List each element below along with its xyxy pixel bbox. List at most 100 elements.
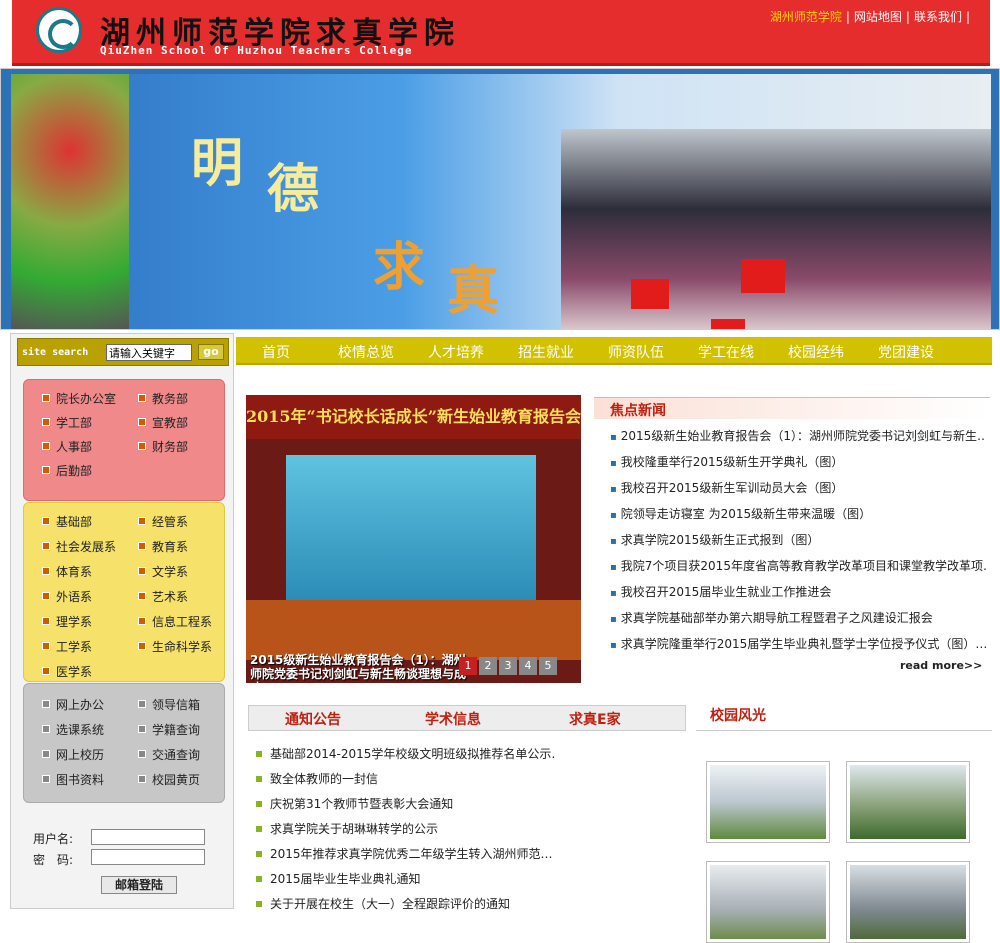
bullet-icon xyxy=(42,567,50,575)
sidebar-item-academic-affairs[interactable]: 教务部 xyxy=(138,390,188,407)
nav-party[interactable]: 党团建设 xyxy=(878,342,934,362)
sidebar-item-dept[interactable]: 社会发展系 xyxy=(42,538,116,555)
sidebar-item-dept[interactable]: 医学系 xyxy=(42,663,92,680)
slide-page-button[interactable]: 4 xyxy=(519,657,537,675)
news-link[interactable]: 院领导走访寝室 为2015级新生带来温暖（图） xyxy=(610,505,986,522)
bullet-icon xyxy=(138,542,146,550)
bullet-icon xyxy=(138,617,146,625)
bullet-icon xyxy=(42,667,50,675)
notice-link[interactable]: 2015年推荐求真学院优秀二年级学生转入湖州师范… xyxy=(256,845,556,862)
notice-link[interactable]: 庆祝第31个教师节暨表彰大会通知 xyxy=(256,795,556,812)
main-nav: 首页 校情总览 人才培养 招生就业 师资队伍 学工在线 校园经纬 党团建设 xyxy=(236,337,992,365)
sidebar-item-dept[interactable]: 理学系 xyxy=(42,613,92,630)
notice-link[interactable]: 关于开展在校生（大一）全程跟踪评价的通知 xyxy=(256,895,556,912)
notice-link[interactable]: 求真学院关于胡琳琳转学的公示 xyxy=(256,820,556,837)
separator: | xyxy=(845,10,850,24)
tab-notices[interactable]: 通知公告 xyxy=(285,709,341,729)
sidebar-item-service[interactable]: 网上校历 xyxy=(42,746,104,763)
campus-photo[interactable] xyxy=(846,761,970,843)
nav-admissions[interactable]: 招生就业 xyxy=(518,342,574,362)
sidebar-item-service[interactable]: 图书资料 xyxy=(42,771,104,788)
sidebar-item-dept[interactable]: 体育系 xyxy=(42,563,92,580)
college-logo[interactable] xyxy=(36,7,82,53)
flag-shape xyxy=(711,319,745,329)
focus-news-header: 焦点新闻 xyxy=(594,397,990,419)
news-link[interactable]: 求真学院隆重举行2015届学生毕业典礼暨学士学位授予仪式（图）… xyxy=(610,635,986,652)
sidebar-item-dept[interactable]: 教育系 xyxy=(138,538,188,555)
sidebar-item-service[interactable]: 校园黄页 xyxy=(138,771,200,788)
nav-student-work[interactable]: 学工在线 xyxy=(698,342,754,362)
sidebar-item-finance[interactable]: 财务部 xyxy=(138,438,188,455)
news-link[interactable]: 求真学院2015级新生正式报到（图） xyxy=(610,531,986,548)
nav-faculty[interactable]: 师资队伍 xyxy=(608,342,664,362)
slide-page-button[interactable]: 1 xyxy=(459,657,477,675)
tab-qiuzhen-home[interactable]: 求真E家 xyxy=(569,709,621,729)
bullet-icon xyxy=(42,775,50,783)
bullet-icon xyxy=(42,394,50,402)
notice-link[interactable]: 2015届毕业生毕业典礼通知 xyxy=(256,870,556,887)
news-link[interactable]: 2015级新生始业教育报告会（1）：湖州师院党委书记刘剑虹与新生… xyxy=(610,427,986,444)
notice-link[interactable]: 基础部2014-2015学年校级文明班级拟推荐名单公示… xyxy=(256,745,556,762)
sidebar-item-dept[interactable]: 艺术系 xyxy=(138,588,188,605)
tab-academic[interactable]: 学术信息 xyxy=(425,709,481,729)
bullet-icon xyxy=(138,394,146,402)
nav-campus[interactable]: 校园经纬 xyxy=(788,342,844,362)
search-input[interactable] xyxy=(106,344,192,361)
bullet-icon xyxy=(42,642,50,650)
nav-talent[interactable]: 人才培养 xyxy=(428,342,484,362)
sidebar-item-dept[interactable]: 外语系 xyxy=(42,588,92,605)
slide-page-button[interactable]: 5 xyxy=(539,657,557,675)
sidebar-item-service[interactable]: 网上办公 xyxy=(42,696,104,713)
nav-home[interactable]: 首页 xyxy=(262,342,290,362)
sidebar-item-dept[interactable]: 信息工程系 xyxy=(138,613,212,630)
email-login-button[interactable]: 邮箱登陆 xyxy=(101,876,177,894)
campus-photo[interactable] xyxy=(706,761,830,843)
slide-photo-banner: 2015年“书记校长话成长”新生始业教育报告会 xyxy=(246,395,581,439)
nav-overview[interactable]: 校情总览 xyxy=(338,342,394,362)
bullet-icon xyxy=(42,700,50,708)
password-input[interactable] xyxy=(91,849,205,865)
sidebar-item-student-affairs[interactable]: 学工部 xyxy=(42,414,92,431)
slide-page-button[interactable]: 3 xyxy=(499,657,517,675)
news-link[interactable]: 我校召开2015级新生军训动员大会（图） xyxy=(610,479,986,496)
sidebar-item-dept[interactable]: 工学系 xyxy=(42,638,92,655)
link-sitemap[interactable]: 网站地图 xyxy=(854,10,902,24)
sidebar-item-publicity[interactable]: 宣教部 xyxy=(138,414,188,431)
separator: | xyxy=(905,10,910,24)
bullet-icon xyxy=(42,617,50,625)
campus-photo[interactable] xyxy=(706,861,830,943)
news-link[interactable]: 求真学院基础部举办第六期导航工程暨君子之风建设汇报会 xyxy=(610,609,986,626)
sidebar-item-logistics[interactable]: 后勤部 xyxy=(42,462,92,479)
search-go-button[interactable]: go xyxy=(198,344,224,360)
sidebar-item-dept[interactable]: 基础部 xyxy=(42,513,92,530)
sidebar-item-service[interactable]: 领导信箱 xyxy=(138,696,200,713)
news-link[interactable]: 我院7个项目获2015年度省高等教育教学改革项目和课堂教学改革项… xyxy=(610,557,986,574)
bullet-icon xyxy=(138,750,146,758)
sidebar-item-service[interactable]: 交通查询 xyxy=(138,746,200,763)
sidebar-item-president-office[interactable]: 院长办公室 xyxy=(42,390,116,407)
sidebar-item-personnel[interactable]: 人事部 xyxy=(42,438,92,455)
banner-motto-char: 明 xyxy=(191,133,244,194)
sidebar-item-service[interactable]: 学籍查询 xyxy=(138,721,200,738)
bullet-icon xyxy=(138,442,146,450)
sidebar-item-dept[interactable]: 文学系 xyxy=(138,563,188,580)
notice-link[interactable]: 致全体教师的一封信 xyxy=(256,770,556,787)
slide-page-button[interactable]: 2 xyxy=(479,657,497,675)
news-link[interactable]: 我校隆重举行2015级新生开学典礼（图） xyxy=(610,453,986,470)
news-link[interactable]: 我校召开2015届毕业生就业工作推进会 xyxy=(610,583,986,600)
sidebar-item-service[interactable]: 选课系统 xyxy=(42,721,104,738)
read-more-link[interactable]: read more>> xyxy=(900,659,982,672)
separator: | xyxy=(965,10,970,24)
bullet-icon xyxy=(42,418,50,426)
news-slideshow[interactable]: 2015年“书记校长话成长”新生始业教育报告会 2015级新生始业教育报告会（1… xyxy=(246,395,581,683)
bullet-icon xyxy=(256,876,262,882)
campus-photo[interactable] xyxy=(846,861,970,943)
link-contact-us[interactable]: 联系我们 xyxy=(914,10,962,24)
email-login-form: 用户名: 密 码: 邮箱登陆 xyxy=(23,824,225,904)
sidebar-item-dept[interactable]: 生命科学系 xyxy=(138,638,212,655)
sidebar-item-dept[interactable]: 经管系 xyxy=(138,513,188,530)
bullet-icon xyxy=(138,418,146,426)
username-input[interactable] xyxy=(91,829,205,845)
slide-caption[interactable]: 2015级新生始业教育报告会（1）：湖州师院党委书记刘剑虹与新生畅谈理想与成才 xyxy=(250,653,475,683)
link-huzhou-teachers-college[interactable]: 湖州师范学院 xyxy=(770,10,842,24)
